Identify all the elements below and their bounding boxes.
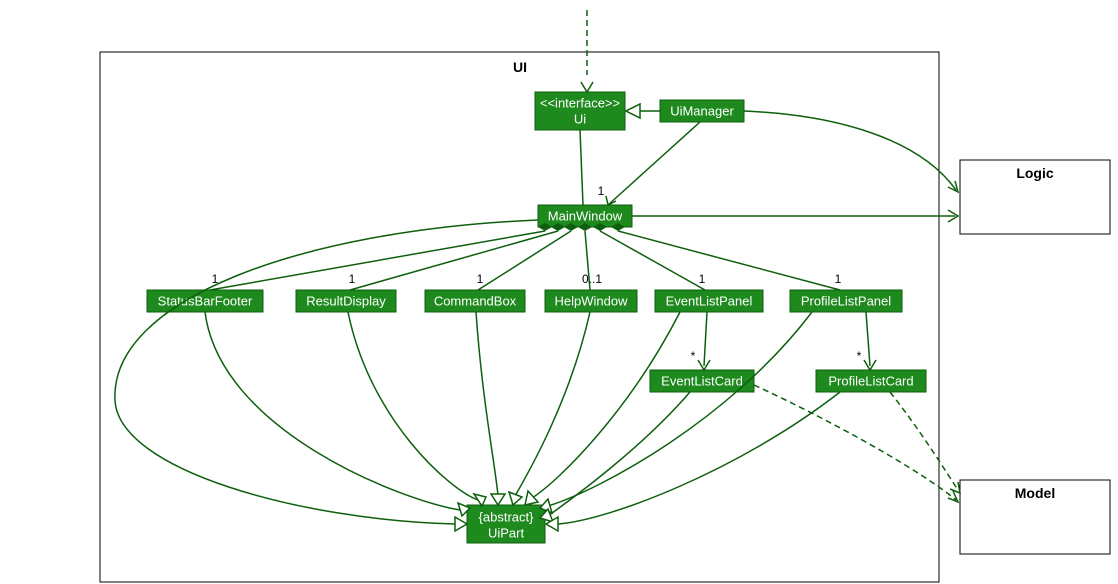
gen-elp-uipart-tri bbox=[525, 491, 538, 505]
dep-elc-model bbox=[754, 385, 956, 500]
dep-elc-model-arrow bbox=[948, 491, 958, 502]
class-eventlistcard-label: EventListCard bbox=[661, 373, 743, 388]
class-commandbox-label: CommandBox bbox=[434, 293, 517, 308]
mult-plc: * bbox=[857, 349, 862, 363]
gen-cb-uipart bbox=[476, 312, 498, 496]
assoc-uimanager-mainwindow-arrow bbox=[606, 196, 616, 205]
class-uipart-stereo: {abstract} bbox=[479, 509, 535, 524]
gen-cb-uipart-tri bbox=[491, 494, 505, 505]
class-model-label: Model bbox=[1015, 485, 1055, 501]
class-uipart-label: UiPart bbox=[488, 525, 525, 540]
class-eventlistpanel-label: EventListPanel bbox=[666, 293, 753, 308]
assoc-plp-plc bbox=[866, 312, 870, 366]
class-mainwindow-label: MainWindow bbox=[548, 208, 623, 223]
class-ui-label: Ui bbox=[574, 111, 586, 126]
gen-hw-uipart bbox=[515, 312, 590, 496]
gen-plp-uipart bbox=[548, 312, 812, 506]
class-statusbarfooter-label: StatusBarFooter bbox=[158, 293, 253, 308]
class-resultdisplay-label: ResultDisplay bbox=[306, 293, 386, 308]
realization-uimanager-ui-tri bbox=[626, 104, 640, 118]
gen-mw-uipart-tri bbox=[455, 517, 467, 531]
mult-rd: 1 bbox=[349, 272, 356, 286]
mult-elc: * bbox=[691, 349, 696, 363]
class-logic-label: Logic bbox=[1016, 165, 1054, 181]
class-profilelistcard-label: ProfileListCard bbox=[828, 373, 913, 388]
package-ui bbox=[100, 52, 939, 582]
dep-external-ui-arrow bbox=[581, 82, 593, 92]
uml-diagram: UI Logic Model <<interface>> Ui UiManage… bbox=[0, 0, 1118, 584]
mult-hw: 0..1 bbox=[582, 272, 602, 286]
gen-mw-uipart bbox=[115, 220, 538, 524]
gen-sbf-uipart bbox=[205, 312, 460, 510]
mult-mw: 1 bbox=[598, 184, 605, 198]
dep-plc-model bbox=[890, 392, 958, 490]
gen-plc-uipart bbox=[558, 392, 840, 524]
gen-hw-uipart-tri bbox=[509, 492, 522, 505]
dep-plc-model-arrow bbox=[950, 482, 960, 493]
class-uimanager-label: UiManager bbox=[670, 103, 734, 118]
gen-rd-uipart-tri bbox=[474, 494, 486, 506]
assoc-uimanager-logic bbox=[744, 111, 956, 190]
line-ui-mainwindow bbox=[580, 130, 583, 205]
assoc-uimanager-mainwindow bbox=[608, 122, 700, 205]
class-ui-stereo: <<interface>> bbox=[540, 95, 620, 110]
gen-rd-uipart bbox=[348, 312, 478, 500]
class-helpwindow-label: HelpWindow bbox=[555, 293, 629, 308]
mult-cb: 1 bbox=[477, 272, 484, 286]
mult-plp: 1 bbox=[835, 272, 842, 286]
gen-elp-uipart bbox=[532, 312, 680, 498]
assoc-elp-elc bbox=[704, 312, 707, 366]
class-profilelistpanel-label: ProfileListPanel bbox=[801, 293, 891, 308]
mult-elp: 1 bbox=[699, 272, 706, 286]
comp-mw-sbf bbox=[210, 231, 545, 290]
package-label: UI bbox=[513, 59, 527, 75]
